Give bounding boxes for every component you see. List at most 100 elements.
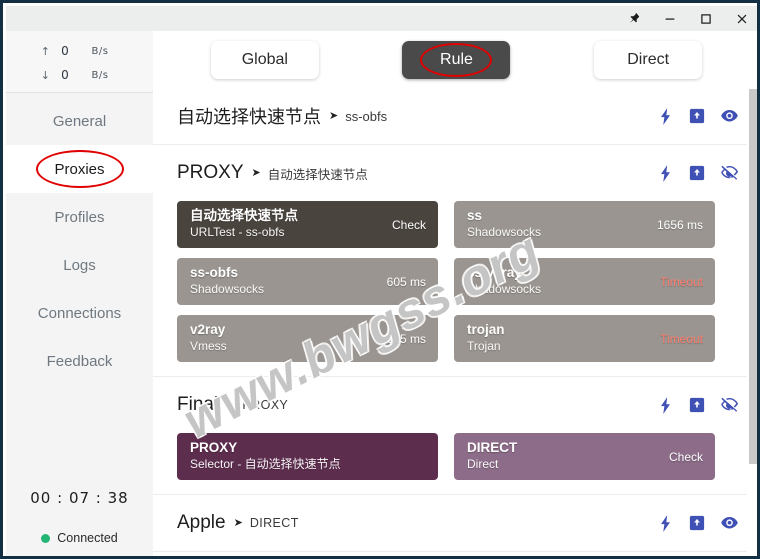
mode-switcher: Global Rule Direct [153, 31, 757, 88]
lightning-icon[interactable] [658, 514, 673, 532]
sidebar-item-label: General [52, 112, 107, 130]
proxy-card-type: Selector - 自动选择快速节点 [190, 457, 341, 471]
proxy-card-latency: 605 ms [386, 274, 426, 289]
sidebar-item-label: Profiles [54, 208, 105, 226]
lightning-icon[interactable] [658, 107, 673, 125]
proxy-card[interactable]: PROXY Selector - 自动选择快速节点 [177, 433, 438, 480]
sidebar-item-label: Feedback [46, 352, 113, 370]
mode-button-global[interactable]: Global [210, 40, 319, 79]
proxy-group-header[interactable]: PROXY ➤ 自动选择快速节点 [177, 145, 738, 201]
mode-button-label: Direct [627, 50, 670, 68]
eye-off-icon[interactable] [721, 397, 738, 413]
proxy-group-header[interactable]: Apple ➤ DIRECT [177, 495, 738, 551]
pin-button[interactable] [616, 6, 652, 31]
proxy-card[interactable]: ss-obfs Shadowsocks 605 ms [177, 258, 438, 305]
proxy-card-name: DIRECT [467, 440, 518, 455]
proxy-group-title: Apple [177, 512, 226, 533]
proxy-group: 自动选择快速节点 ➤ ss-obfs [153, 88, 757, 144]
proxy-group-selected-node: DIRECT [249, 516, 299, 530]
mode-button-rule[interactable]: Rule [402, 40, 511, 79]
sidebar-item-label: Proxies [54, 160, 105, 178]
mode-button-label: Rule [440, 50, 473, 68]
proxy-card-type: URLTest - ss-obfs [190, 225, 285, 239]
sidebar-item-profiles[interactable]: Profiles [6, 193, 153, 241]
app-window: ↑ 0 B/s ↓ 0 B/s General Proxies Profiles Lo… [0, 0, 760, 559]
proxy-group-selected-node: ss-obfs [345, 108, 388, 124]
download-box-icon[interactable] [689, 397, 705, 413]
lightning-icon[interactable] [658, 164, 673, 182]
proxy-group-selected-node: 自动选择快速节点 [267, 167, 368, 182]
sidebar-item-logs[interactable]: Logs [6, 241, 153, 289]
proxy-group-selected-node: PROXY [242, 398, 289, 412]
eye-icon[interactable] [721, 516, 738, 530]
sidebar: ↑ 0 B/s ↓ 0 B/s General Proxies Profiles Lo… [6, 31, 153, 556]
group-actions [658, 514, 738, 532]
proxy-card[interactable]: ss-v2ray Shadowsocks Timeout [454, 258, 715, 305]
proxy-groups-list: 自动选择快速节点 ➤ ss-obfs PROXY ➤ 自动选择快速节点 自动选择快速节点 UR… [153, 88, 757, 556]
proxy-groups-scroll-area[interactable]: 自动选择快速节点 ➤ ss-obfs PROXY ➤ 自动选择快速节点 自动选择快速节点 UR… [153, 88, 757, 556]
sidebar-item-feedback[interactable]: Feedback [6, 337, 153, 385]
proxy-card[interactable]: ss Shadowsocks 1656 ms [454, 201, 715, 248]
proxy-card-type: Direct [467, 457, 499, 471]
upload-value: 0 [61, 44, 69, 58]
proxy-group-title: 自动选择快速节点 [177, 107, 321, 127]
upload-unit: B/s [91, 45, 109, 57]
download-stat: ↓ 0 B/s [6, 63, 153, 87]
sidebar-item-connections[interactable]: Connections [6, 289, 153, 337]
group-actions [658, 107, 738, 125]
proxy-card-latency: Timeout [660, 331, 703, 346]
main-panel: Global Rule Direct 自动选择快速节点 ➤ ss-obfs PROXY ➤ 自… [153, 31, 757, 556]
status-dot-icon [41, 533, 51, 543]
proxy-group-header[interactable]: 自动选择快速节点 ➤ ss-obfs [177, 88, 738, 144]
proxy-group: GlobalMedia➤PROXY [153, 552, 757, 556]
proxy-group-header[interactable]: GlobalMedia➤PROXY [177, 552, 738, 556]
proxy-group: Final ➤ PROXY PROXY Selector - 自动选择快速节点 DIREC… [153, 377, 757, 494]
eye-off-icon[interactable] [721, 165, 738, 181]
proxy-card[interactable]: trojan Trojan Timeout [454, 315, 715, 362]
download-box-icon[interactable] [689, 165, 705, 181]
proxy-card-check-button[interactable]: Check [392, 218, 426, 232]
upload-stat: ↑ 0 B/s [6, 39, 153, 63]
group-actions [658, 164, 738, 182]
eye-icon[interactable] [721, 109, 738, 123]
sidebar-nav: General Proxies Profiles Logs Connections Fee… [6, 93, 153, 385]
connection-status: Connected [41, 531, 118, 545]
close-button[interactable] [724, 6, 757, 31]
proxy-group: PROXY ➤ 自动选择快速节点 自动选择快速节点 URLTest - ss-obfs C… [153, 145, 757, 376]
download-value: 0 [61, 68, 69, 82]
upload-arrow-icon: ↑ [40, 44, 50, 58]
vertical-scrollbar[interactable] [747, 88, 757, 556]
group-arrow-icon: ➤ [251, 166, 261, 179]
status-badge: Connected [57, 531, 118, 545]
mode-button-label: Global [241, 50, 288, 68]
proxy-group-title: Final [177, 394, 219, 415]
proxy-card[interactable]: v2ray Vmess 665 ms [177, 315, 438, 362]
lightning-icon[interactable] [658, 396, 673, 414]
mode-button-direct[interactable]: Direct [594, 40, 703, 79]
traffic-stats: ↑ 0 B/s ↓ 0 B/s [6, 31, 153, 93]
proxy-card-latency: 1656 ms [656, 217, 703, 232]
scrollbar-thumb[interactable] [749, 89, 757, 464]
sidebar-item-proxies[interactable]: Proxies [6, 145, 153, 193]
title-bar [6, 6, 757, 31]
proxy-card-list: 自动选择快速节点 URLTest - ss-obfs Check ss Shadowso… [177, 201, 738, 376]
proxy-group-title: PROXY [177, 162, 244, 183]
group-arrow-icon: ➤ [233, 516, 243, 529]
proxy-group-header[interactable]: Final ➤ PROXY [177, 377, 738, 433]
minimize-button[interactable] [652, 6, 688, 31]
download-box-icon[interactable] [689, 515, 705, 531]
sidebar-footer: 00 : 07 : 38 Connected [6, 489, 153, 556]
maximize-button[interactable] [688, 6, 724, 31]
group-arrow-icon: ➤ [329, 109, 339, 122]
sidebar-item-label: Connections [37, 304, 122, 322]
proxy-card-latency: Timeout [660, 274, 703, 289]
download-box-icon[interactable] [689, 108, 705, 124]
proxy-card-name: PROXY [190, 440, 238, 455]
proxy-card[interactable]: 自动选择快速节点 URLTest - ss-obfs Check [177, 201, 438, 248]
sidebar-item-general[interactable]: General [6, 97, 153, 145]
proxy-card[interactable]: DIRECT Direct Check [454, 433, 715, 480]
proxy-group: Apple ➤ DIRECT [153, 495, 757, 551]
sidebar-item-label: Logs [63, 256, 96, 274]
download-arrow-icon: ↓ [40, 68, 50, 82]
proxy-card-check-button[interactable]: Check [669, 450, 703, 464]
